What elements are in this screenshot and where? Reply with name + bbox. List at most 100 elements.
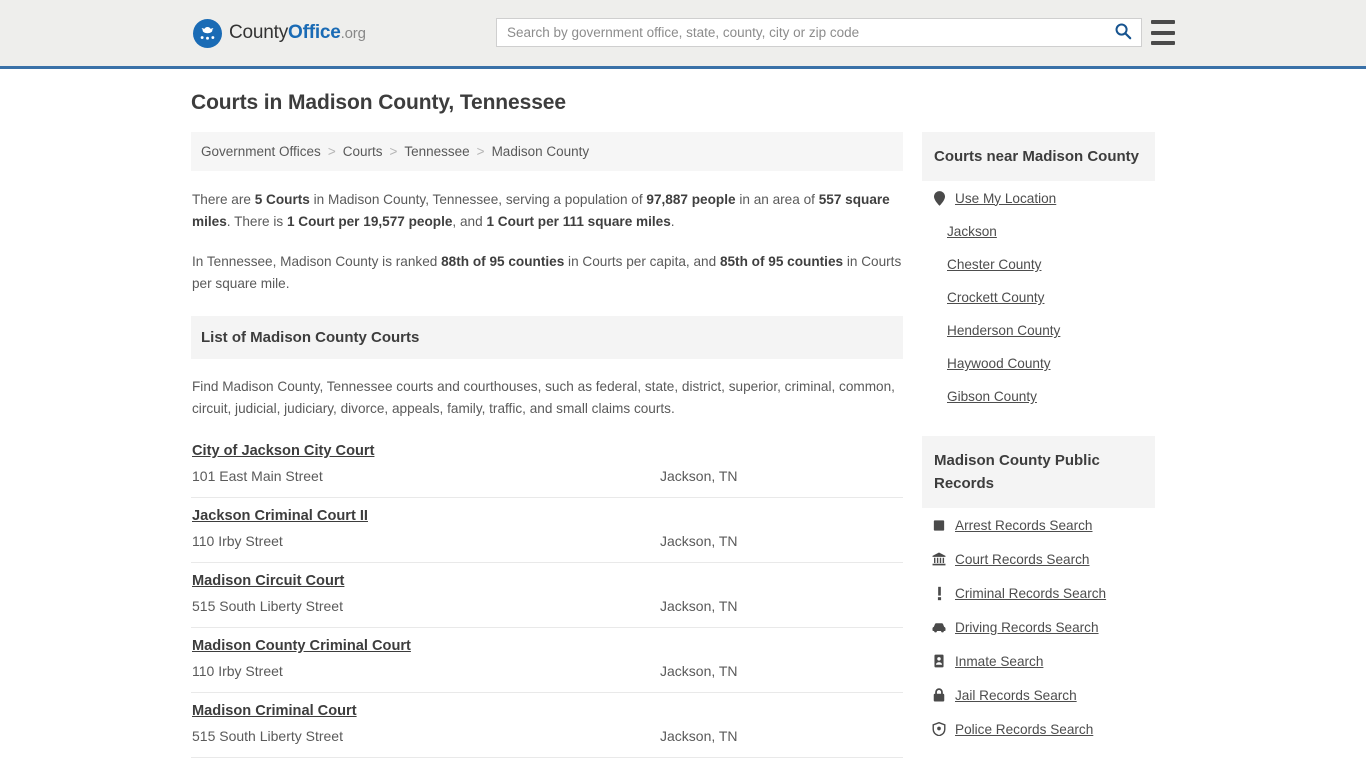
list-item: Criminal Records Search xyxy=(922,576,1155,610)
court-detail: 101 East Main Street Jackson, TN xyxy=(192,468,902,484)
search-button[interactable] xyxy=(1105,19,1141,46)
nearby-county-link[interactable]: Henderson County xyxy=(947,323,1060,338)
intro-text-run: In Tennessee, Madison County is ranked xyxy=(192,254,442,269)
nearby-county-link[interactable]: Jackson xyxy=(947,224,997,239)
public-record-link[interactable]: Driving Records Search xyxy=(955,620,1099,635)
intro-text-run: . xyxy=(670,214,675,229)
public-record-link[interactable]: Police Records Search xyxy=(955,722,1093,737)
hamburger-bar xyxy=(1151,30,1175,35)
list-item: Arrest Records Search xyxy=(922,508,1155,542)
list-item: Inmate Search xyxy=(922,644,1155,678)
public-record-link[interactable]: Jail Records Search xyxy=(955,688,1077,703)
page-title: Courts in Madison County, Tennessee xyxy=(191,91,566,114)
main-column: Government Offices > Courts > Tennessee > Madi… xyxy=(191,132,903,768)
nearby-counties-list: Use My Location Jackson Chester County Croc… xyxy=(922,181,1155,413)
court-address: 515 South Liberty Street xyxy=(192,728,343,744)
lock-icon xyxy=(932,687,946,703)
court-name-link[interactable]: City of Jackson City Court xyxy=(192,443,374,459)
public-record-link[interactable]: Court Records Search xyxy=(955,552,1089,567)
two-column-layout: Government Offices > Courts > Tennessee > Madi… xyxy=(191,132,1178,768)
court-city: Jackson, TN xyxy=(660,468,738,484)
sidebar: Courts near Madison County Use My Locati… xyxy=(922,132,1155,746)
list-item: Gibson County xyxy=(922,380,1155,413)
courthouse-icon xyxy=(932,551,946,567)
court-detail: 110 Irby Street Jackson, TN xyxy=(192,663,902,679)
breadcrumb-item-4[interactable]: Madison County xyxy=(492,144,590,159)
court-city: Jackson, TN xyxy=(660,663,738,679)
logo-text-office: Office xyxy=(288,22,341,43)
search-input[interactable] xyxy=(497,19,1105,46)
content-container: Courts in Madison County, Tennessee Gove… xyxy=(188,91,1178,768)
court-address: 110 Irby Street xyxy=(192,663,283,679)
court-address: 515 South Liberty Street xyxy=(192,598,343,614)
nearby-county-link[interactable]: Crockett County xyxy=(947,290,1044,305)
section-header-list: List of Madison County Courts xyxy=(191,316,903,359)
hamburger-bar xyxy=(1151,20,1175,24)
court-name-link[interactable]: Jackson Criminal Court II xyxy=(192,508,368,524)
list-item: Driving Records Search xyxy=(922,610,1155,644)
nearby-county-link[interactable]: Haywood County xyxy=(947,356,1051,371)
intro-text-run: in Madison County, Tennessee, serving a … xyxy=(309,192,647,207)
intro-highlight: 1 Court per 19,577 people xyxy=(286,214,453,229)
map-pin-icon xyxy=(932,190,946,206)
nearby-county-link[interactable]: Gibson County xyxy=(947,389,1037,404)
court-city: Jackson, TN xyxy=(660,598,738,614)
breadcrumb-separator: > xyxy=(389,144,398,159)
intro-text-run: in an area of xyxy=(735,192,819,207)
logo-text-county: County xyxy=(229,22,289,43)
eagle-seal-icon xyxy=(193,18,222,48)
list-item: Use My Location xyxy=(922,181,1155,215)
nearby-county-link[interactable]: Use My Location xyxy=(955,191,1056,206)
car-icon xyxy=(932,619,946,635)
intro-paragraph-2: In Tennessee, Madison County is ranked 8… xyxy=(192,251,902,295)
search-icon xyxy=(1114,22,1132,43)
sidebar-block-records: Madison County Public Records Arrest Rec… xyxy=(922,436,1155,746)
logo-text-org: .org xyxy=(340,25,366,42)
public-record-link[interactable]: Arrest Records Search xyxy=(955,518,1093,533)
list-item: Jackson xyxy=(922,215,1155,248)
site-logo[interactable]: CountyOffice.org xyxy=(193,18,366,48)
intro-highlight: 85th of 95 counties xyxy=(719,254,844,269)
page-body: Courts in Madison County, Tennessee Gove… xyxy=(0,91,1366,768)
intro-text-run: , and xyxy=(452,214,487,229)
sidebar-heading-records: Madison County Public Records xyxy=(922,436,1155,508)
court-detail: 515 South Liberty Street Jackson, TN xyxy=(192,728,902,744)
list-item: Chester County xyxy=(922,248,1155,281)
sidebar-block-nearby: Courts near Madison County Use My Locati… xyxy=(922,132,1155,413)
court-row: Madison County Criminal Court 110 Irby St… xyxy=(191,628,903,693)
list-item: Henderson County xyxy=(922,314,1155,347)
hamburger-menu-icon[interactable] xyxy=(1151,20,1175,45)
intro-paragraph-1: There are 5 Courts in Madison County, Te… xyxy=(192,189,902,233)
list-item: Jail Records Search xyxy=(922,678,1155,712)
court-row: Madison Criminal Court 515 South Liberty … xyxy=(191,693,903,758)
fingerprint-icon xyxy=(932,517,946,533)
court-row: Madison Circuit Court 515 South Liberty S… xyxy=(191,563,903,628)
breadcrumb-separator: > xyxy=(327,144,336,159)
breadcrumb: Government Offices > Courts > Tennessee > Madi… xyxy=(191,132,903,171)
breadcrumb-item-2[interactable]: Courts xyxy=(343,144,383,159)
court-name-link[interactable]: Madison Circuit Court xyxy=(192,573,344,589)
logo-text: CountyOffice.org xyxy=(229,22,366,44)
court-city: Jackson, TN xyxy=(660,728,738,744)
intro-highlight: 97,887 people xyxy=(646,192,736,207)
list-item: Court Records Search xyxy=(922,542,1155,576)
nearby-county-link[interactable]: Chester County xyxy=(947,257,1041,272)
public-record-link[interactable]: Criminal Records Search xyxy=(955,586,1106,601)
search-bar xyxy=(496,18,1142,47)
intro-text-run: There are xyxy=(192,192,255,207)
list-item: Crockett County xyxy=(922,281,1155,314)
list-description: Find Madison County, Tennessee courts an… xyxy=(192,379,895,416)
list-item: Haywood County xyxy=(922,347,1155,380)
hamburger-bar xyxy=(1151,41,1175,45)
breadcrumb-separator: > xyxy=(476,144,485,159)
breadcrumb-item-3[interactable]: Tennessee xyxy=(404,144,469,159)
breadcrumb-item-1[interactable]: Government Offices xyxy=(201,144,321,159)
intro-text-run: . There is xyxy=(226,214,287,229)
intro-highlight: 88th of 95 counties xyxy=(441,254,565,269)
public-records-list: Arrest Records Search Court Records Searc… xyxy=(922,508,1155,746)
court-detail: 110 Irby Street Jackson, TN xyxy=(192,533,902,549)
court-name-link[interactable]: Madison Criminal Court xyxy=(192,703,357,719)
intro-text: There are 5 Courts in Madison County, Te… xyxy=(191,189,903,295)
court-name-link[interactable]: Madison County Criminal Court xyxy=(192,638,411,654)
public-record-link[interactable]: Inmate Search xyxy=(955,654,1043,669)
